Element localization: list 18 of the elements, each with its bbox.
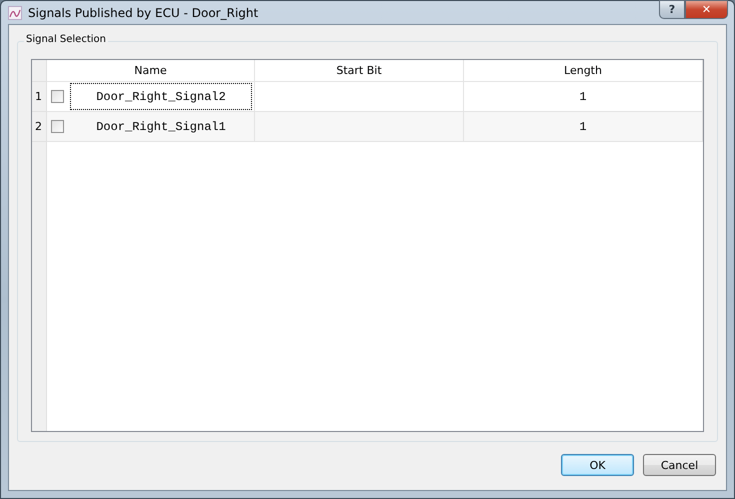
group-title: Signal Selection <box>24 34 108 45</box>
window-title: Signals Published by ECU - Door_Right <box>28 6 258 20</box>
table-cell: Door_Right_Signal2 <box>70 83 252 110</box>
table-cell: 1 <box>464 112 703 141</box>
table-cell: 1 <box>464 82 703 111</box>
help-button[interactable]: ? <box>659 0 685 19</box>
cancel-button[interactable]: Cancel <box>643 454 716 476</box>
checkbox[interactable] <box>51 120 64 133</box>
column-header[interactable]: Name <box>47 60 255 81</box>
table-cell-text: Door_Right_Signal1 <box>95 118 227 136</box>
row-number: 2 <box>32 112 46 142</box>
chart-icon <box>8 6 22 20</box>
column-header[interactable]: Start Bit <box>255 60 464 81</box>
row-number: 1 <box>32 82 46 112</box>
checkbox[interactable] <box>51 90 64 103</box>
close-button[interactable]: ✕ <box>685 0 728 19</box>
column-header[interactable]: Length <box>464 60 703 81</box>
ok-button[interactable]: OK <box>561 454 634 476</box>
